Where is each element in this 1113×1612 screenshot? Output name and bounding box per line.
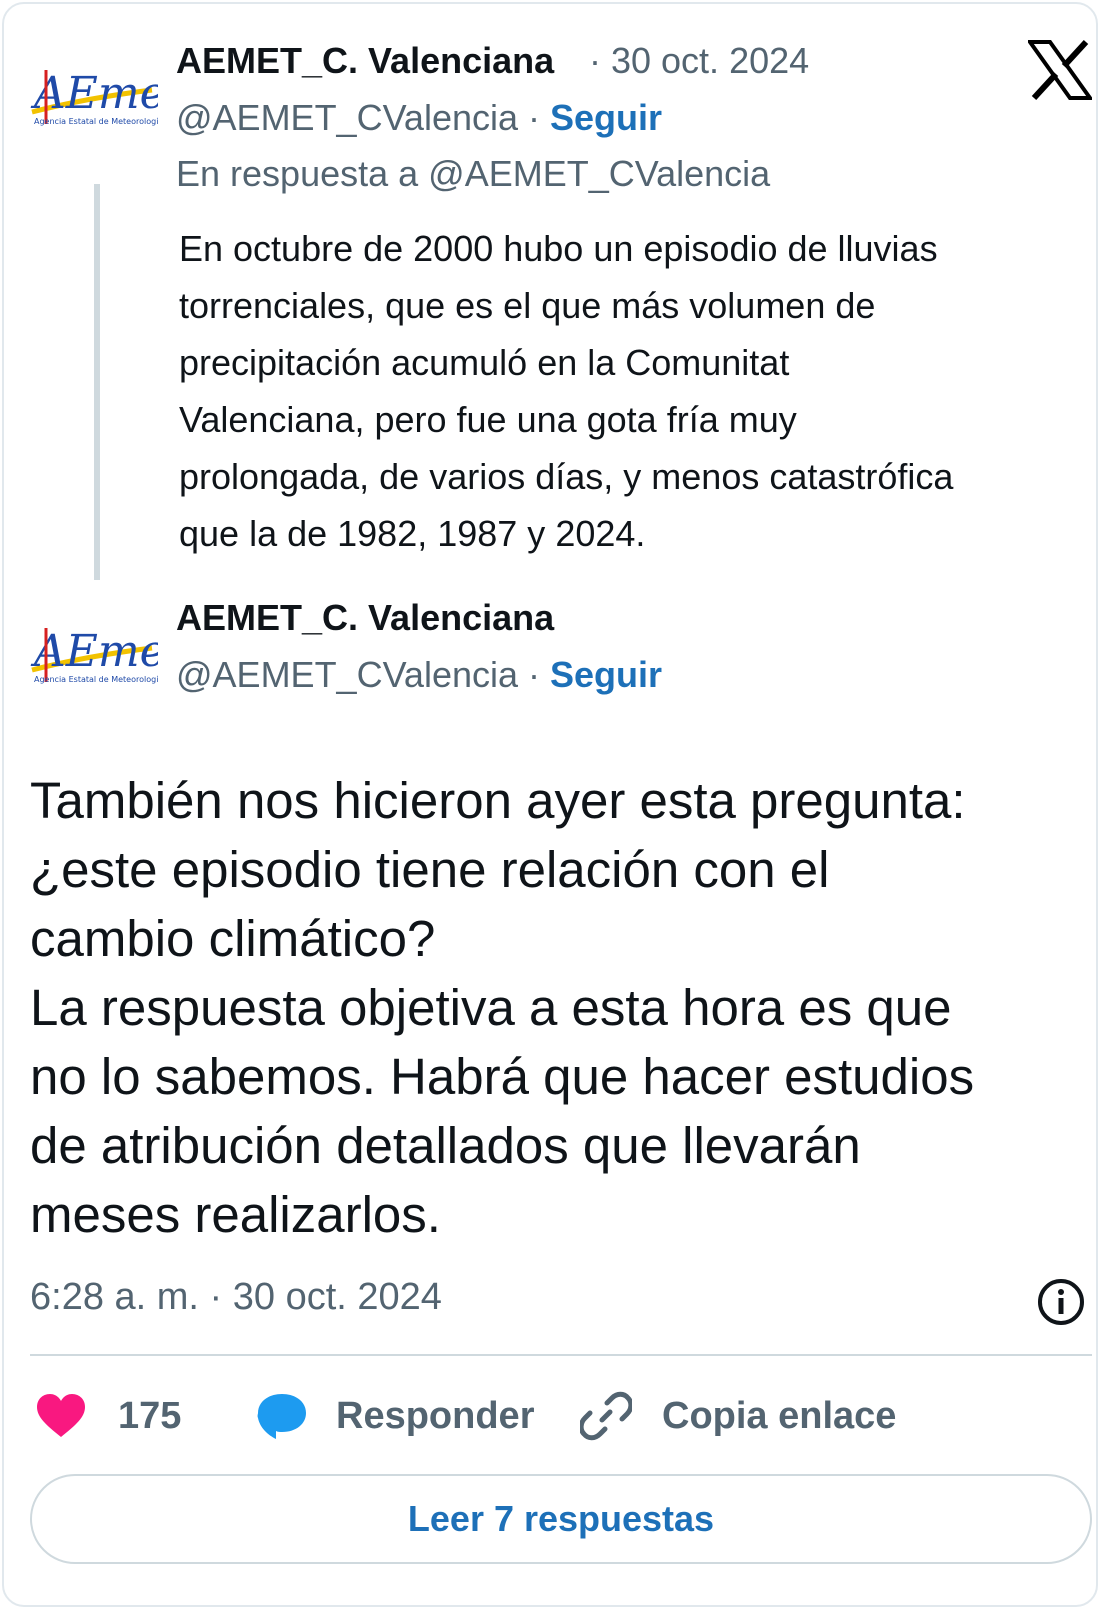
link-icon (580, 1391, 632, 1441)
parent-text-line: En octubre de 2000 hubo un episodio de l… (179, 228, 938, 269)
reply-label: Responder (336, 1394, 535, 1437)
parent-text-line: torrenciales, que es el que más volumen … (179, 285, 876, 326)
parent-date[interactable]: · 30 oct. 2024 (589, 40, 809, 82)
logo-wordmark: AEmet (30, 68, 158, 119)
main-text-line: La respuesta objetiva a esta hora es que (30, 979, 952, 1036)
x-logo-icon[interactable] (1026, 38, 1094, 102)
speech-bubble-icon (257, 1394, 306, 1439)
parent-follow-link[interactable]: Seguir (550, 97, 662, 138)
parent-author-name[interactable]: AEMET_C. Valenciana (176, 40, 554, 82)
main-text-line: También nos hicieron ayer esta pregunta: (30, 772, 966, 829)
read-replies-label: Leer 7 respuestas (407, 1498, 715, 1539)
parent-separator: · (518, 97, 550, 138)
like-button[interactable]: 175 (36, 1386, 181, 1446)
read-replies-button[interactable]: Leer 7 respuestas (30, 1474, 1092, 1564)
main-text-line: meses realizarlos. (30, 1186, 441, 1243)
main-separator: · (518, 654, 550, 695)
main-tweet-text: También nos hicieron ayer esta pregunta:… (30, 766, 1100, 1249)
main-text-line: no lo sabemos. Habrá que hacer estudios (30, 1048, 975, 1105)
reply-button[interactable]: Responder (256, 1386, 534, 1446)
main-text-line: ¿este episodio tiene relación con el (30, 841, 830, 898)
aemet-avatar[interactable]: AEmet Agencia Estatal de Meteorología (26, 50, 158, 150)
heart-icon (37, 1394, 85, 1437)
tweet-timestamp[interactable]: 6:28 a. m. · 30 oct. 2024 (30, 1276, 442, 1319)
copy-link-button[interactable]: Copia enlace (580, 1386, 896, 1446)
main-text-line: cambio climático? (30, 910, 436, 967)
copy-link-label: Copia enlace (662, 1394, 897, 1437)
parent-handle-row: @AEMET_CValencia · Seguir (176, 97, 662, 139)
main-author-name[interactable]: AEMET_C. Valenciana (176, 597, 554, 639)
parent-text-line: precipitación acumuló en la Comunitat (179, 342, 790, 383)
parent-handle[interactable]: @AEMET_CValencia (176, 97, 518, 138)
parent-text-line: Valenciana, pero fue una gota fría muy (179, 399, 797, 440)
info-icon[interactable] (1036, 1277, 1086, 1327)
logo-tagline: Agencia Estatal de Meteorología (34, 675, 158, 684)
thread-connector-line (94, 184, 100, 580)
main-handle-row: @AEMET_CValencia · Seguir (176, 654, 662, 696)
parent-text-line: que la de 1982, 1987 y 2024. (179, 513, 646, 554)
main-follow-link[interactable]: Seguir (550, 654, 662, 695)
like-count: 175 (118, 1394, 182, 1437)
actions-divider (30, 1354, 1092, 1356)
main-handle[interactable]: @AEMET_CValencia (176, 654, 518, 695)
logo-tagline: Agencia Estatal de Meteorología (34, 117, 158, 126)
logo-wordmark: AEmet (30, 626, 158, 677)
main-text-line: de atribución detallados que llevarán (30, 1117, 861, 1174)
reply-to-label[interactable]: En respuesta a @AEMET_CValencia (176, 153, 770, 195)
parent-text-line: prolongada, de varios días, y menos cata… (179, 456, 954, 497)
aemet-avatar[interactable]: AEmet Agencia Estatal de Meteorología (26, 608, 158, 708)
parent-tweet-text: En octubre de 2000 hubo un episodio de l… (179, 220, 1079, 562)
